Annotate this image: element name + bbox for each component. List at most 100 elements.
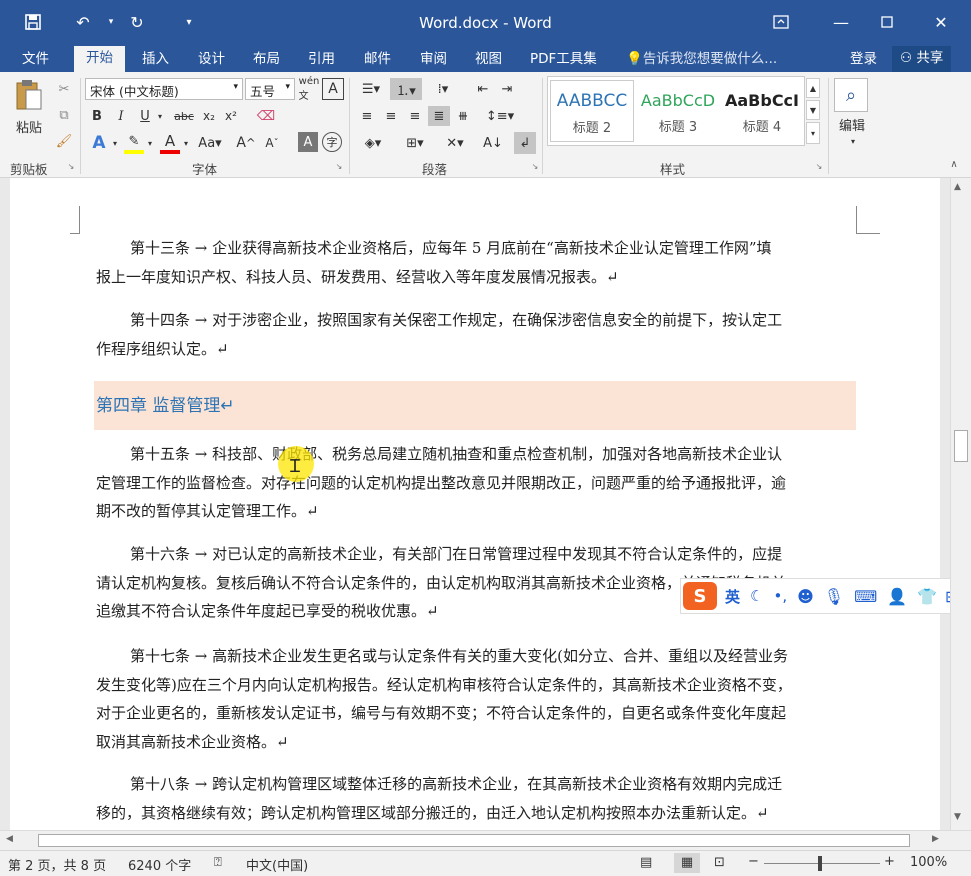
print-layout-icon[interactable]: ▦ [674, 853, 700, 873]
keyboard-icon[interactable]: ⌨ [854, 587, 877, 606]
page-count[interactable]: 第 2 页，共 8 页 [8, 855, 106, 874]
clipboard-launcher-icon[interactable]: ↘ [66, 160, 76, 172]
phonetic-guide-icon[interactable]: wén 文 [298, 76, 320, 102]
horizontal-scroll-thumb[interactable] [38, 834, 910, 847]
ime-language-toggle[interactable]: 英 [725, 586, 740, 607]
styles-scroll-down-icon[interactable]: ▼ [806, 100, 820, 120]
cut-icon[interactable]: ✂ [52, 78, 76, 100]
font-name-select[interactable]: 宋体 (中文标题) ▾ [85, 78, 243, 100]
chevron-down-icon[interactable]: ▾ [181, 132, 191, 154]
maximize-icon[interactable] [864, 6, 910, 38]
language-indicator[interactable]: 中文(中国) [246, 855, 308, 874]
user-icon[interactable]: 👤 [887, 587, 907, 606]
zoom-slider-track[interactable] [764, 863, 880, 864]
subscript-icon[interactable]: x₂ [200, 106, 218, 126]
char-shading-icon[interactable]: A [298, 132, 318, 152]
styles-more-icon[interactable]: ▾ [806, 122, 820, 144]
char-border-icon[interactable]: A [322, 78, 344, 100]
zoom-out-icon[interactable]: − [748, 854, 759, 869]
multilevel-list-icon[interactable]: ⁞▾ [426, 78, 460, 100]
zoom-level[interactable]: 100% [910, 855, 947, 870]
strikethrough-icon[interactable]: abc [172, 106, 196, 126]
shrink-font-icon[interactable]: Aˇ [262, 132, 282, 154]
scroll-up-icon[interactable]: ▲ [954, 182, 961, 192]
search-icon[interactable]: ⌕ [834, 78, 868, 112]
bullets-icon[interactable]: ☰▾ [356, 78, 386, 100]
ribbon-display-icon[interactable] [758, 6, 804, 38]
decrease-indent-icon[interactable]: ⇤ [472, 78, 494, 100]
show-marks-icon[interactable]: ↲ [514, 132, 536, 154]
justify-icon[interactable]: ≣ [428, 106, 450, 126]
document-page[interactable]: 第十三条 → 企业获得高新技术企业资格后，应每年 5 月底前在“高新技术企业认定… [10, 178, 940, 830]
chevron-down-icon[interactable]: ▾ [846, 134, 860, 148]
collapse-ribbon-icon[interactable]: ∧ [946, 156, 962, 172]
borders-icon[interactable]: ⊞▾ [398, 132, 432, 154]
zoom-slider-thumb[interactable] [818, 856, 822, 871]
align-left-icon[interactable]: ≡ [356, 106, 378, 126]
chevron-down-icon[interactable]: ▾ [155, 106, 165, 126]
menu-home[interactable]: 开始 [74, 46, 125, 72]
scroll-down-icon[interactable]: ▼ [954, 812, 961, 822]
scroll-right-icon[interactable]: ▶ [932, 834, 939, 844]
menu-design[interactable]: 设计 [198, 48, 225, 72]
share-button[interactable]: ⚇ 共享 [892, 46, 952, 72]
menu-pdf-tools[interactable]: PDF工具集 [530, 48, 597, 72]
emoji-icon[interactable]: ☻ [797, 587, 814, 606]
punctuation-icon[interactable]: •, [773, 587, 787, 605]
close-icon[interactable]: ✕ [918, 6, 964, 38]
tell-me-search[interactable]: 💡告诉我您想要做什么... [626, 48, 777, 72]
word-count[interactable]: 6240 个字 [128, 855, 191, 874]
menu-review[interactable]: 审阅 [420, 48, 447, 72]
text-effects-icon[interactable]: A [88, 132, 110, 154]
font-launcher-icon[interactable]: ↘ [334, 160, 344, 172]
styles-launcher-icon[interactable]: ↘ [814, 160, 824, 172]
menu-file[interactable]: 文件 [22, 48, 49, 72]
line-spacing-icon[interactable]: ↕≡▾ [484, 106, 516, 126]
read-mode-icon[interactable]: ▤ [640, 855, 652, 870]
format-painter-icon[interactable]: 🖌 [52, 130, 76, 152]
superscript-icon[interactable]: x² [222, 106, 240, 126]
numbering-icon[interactable]: ⒈▾ [390, 78, 422, 100]
distributed-icon[interactable]: ⧻ [452, 106, 474, 126]
style-heading-4[interactable]: AaBbCcI 标题 4 [720, 80, 804, 142]
minimize-icon[interactable]: — [818, 6, 864, 38]
font-size-select[interactable]: 五号 ▾ [245, 78, 295, 100]
chevron-down-icon[interactable]: ▾ [110, 132, 120, 154]
vertical-scrollbar[interactable]: ▲ ▼ [950, 178, 971, 830]
chinese-layout-icon[interactable]: ✕▾ [438, 132, 472, 154]
sort-icon[interactable]: A↓ [482, 132, 504, 154]
vertical-scroll-thumb[interactable] [954, 430, 968, 462]
paste-icon[interactable] [12, 78, 46, 112]
menu-references[interactable]: 引用 [308, 48, 335, 72]
microphone-icon[interactable]: 🎙 [824, 587, 844, 606]
sogou-logo-icon[interactable]: S [683, 582, 717, 610]
increase-indent-icon[interactable]: ⇥ [496, 78, 518, 100]
shading-icon[interactable]: ◈▾ [356, 132, 390, 154]
copy-icon[interactable]: ⧉ [52, 104, 76, 126]
proofing-icon[interactable]: ⍰ [214, 855, 222, 870]
moon-icon[interactable]: ☾ [750, 587, 763, 605]
italic-icon[interactable]: I [112, 106, 130, 126]
styles-scroll-up-icon[interactable]: ▲ [806, 78, 820, 98]
menu-view[interactable]: 视图 [475, 48, 502, 72]
zoom-in-icon[interactable]: + [884, 854, 895, 869]
font-color-icon[interactable]: A [160, 132, 180, 154]
change-case-icon[interactable]: Aa▾ [196, 132, 224, 154]
web-layout-icon[interactable]: ⊡ [714, 855, 725, 870]
highlight-icon[interactable]: ✎ [124, 132, 144, 154]
paste-label[interactable]: 粘贴 [10, 116, 48, 136]
align-right-icon[interactable]: ≡ [404, 106, 426, 126]
paragraph-launcher-icon[interactable]: ↘ [530, 160, 540, 172]
skin-icon[interactable]: 👕 [917, 587, 937, 606]
underline-icon[interactable]: U [136, 106, 154, 126]
clear-formatting-icon[interactable]: ⌫ [256, 106, 276, 126]
style-heading-3[interactable]: AaBbCcD 标题 3 [636, 80, 720, 142]
style-heading-2[interactable]: AABBCC 标题 2 [550, 80, 634, 142]
horizontal-scrollbar[interactable]: ◀ ▶ [0, 830, 971, 850]
grow-font-icon[interactable]: A ^ [236, 132, 256, 154]
enclose-char-icon[interactable]: 字 [322, 132, 342, 152]
align-center-icon[interactable]: ≡ [380, 106, 402, 126]
scroll-left-icon[interactable]: ◀ [6, 834, 13, 844]
menu-insert[interactable]: 插入 [142, 48, 169, 72]
bold-icon[interactable]: B [88, 106, 106, 126]
